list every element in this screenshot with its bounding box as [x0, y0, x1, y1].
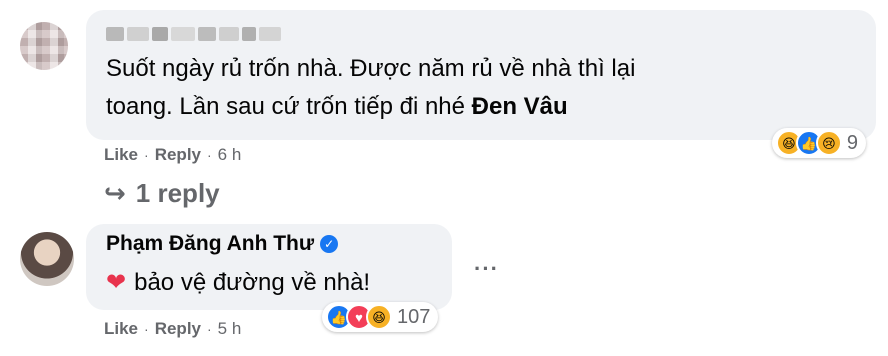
- reaction-summary[interactable]: 👍 ♥ 😆 107: [322, 302, 439, 332]
- separator: ·: [207, 147, 212, 163]
- author-name-text: Phạm Đăng Anh Thư: [106, 232, 315, 255]
- timestamp[interactable]: 5 h: [218, 319, 242, 339]
- reaction-count: 107: [397, 305, 431, 328]
- author-name-redacted[interactable]: [106, 24, 296, 44]
- avatar[interactable]: [20, 22, 68, 70]
- heart-emoji-icon: ❤: [106, 269, 127, 296]
- reply-button[interactable]: Reply: [155, 145, 201, 165]
- replies-count-label: 1 reply: [135, 178, 220, 208]
- reply-arrow-icon: ↪: [104, 178, 126, 208]
- separator: ·: [207, 321, 212, 337]
- comment-text-line: Suốt ngày rủ trốn nhà. Được năm rủ về nh…: [106, 55, 636, 82]
- author-name[interactable]: Phạm Đăng Anh Thư ✓: [106, 232, 339, 256]
- mention-link[interactable]: Đen Vâu: [472, 93, 568, 120]
- verified-badge-icon: ✓: [320, 235, 339, 253]
- reaction-summary[interactable]: 😆 👍 😢 9: [771, 128, 866, 158]
- like-button[interactable]: Like: [104, 145, 138, 165]
- reply-button[interactable]: Reply: [155, 319, 201, 339]
- comment-text-content: bảo vệ đường về nhà!: [134, 268, 371, 296]
- avatar[interactable]: [20, 232, 74, 286]
- haha-icon: 😆: [366, 304, 392, 330]
- like-button[interactable]: Like: [104, 319, 138, 339]
- separator: ·: [144, 321, 149, 337]
- comment-actions: Like · Reply · 5 h: [104, 319, 241, 339]
- reaction-count: 9: [846, 131, 858, 154]
- comment-actions: Like · Reply · 6 h: [104, 145, 241, 165]
- comment-text-line-2: toang. Lần sau cứ trốn tiếp đi nhé: [106, 93, 465, 120]
- comment-text: ❤ bảo vệ đường về nhà!: [106, 268, 370, 297]
- more-options-icon[interactable]: ···: [474, 256, 499, 282]
- view-replies-link[interactable]: ↪ 1 reply: [104, 178, 220, 209]
- comment-text: Suốt ngày rủ trốn nhà. Được năm rủ về nh…: [106, 50, 866, 126]
- comment-text-line: toang. Lần sau cứ trốn tiếp đi nhé Đen V…: [106, 88, 866, 126]
- timestamp[interactable]: 6 h: [218, 145, 242, 165]
- separator: ·: [144, 147, 149, 163]
- sad-icon: 😢: [815, 130, 842, 156]
